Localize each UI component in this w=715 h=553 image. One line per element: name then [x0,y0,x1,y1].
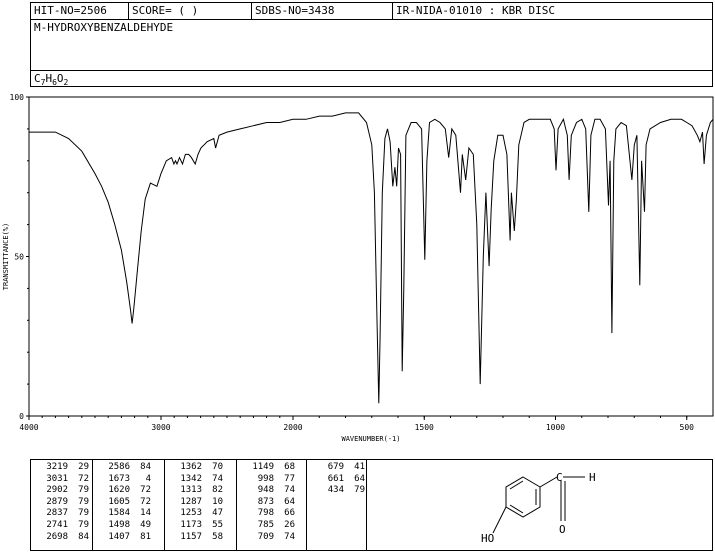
peak-transmittance: 79 [354,485,365,496]
peak-wavenumber: 1407 [108,531,130,542]
x-tick-label: 1000 [546,423,565,432]
peak-wavenumber: 1673 [108,473,130,484]
divider [31,70,712,71]
o-label: O [559,523,566,536]
compound-name: M-HYDROXYBENZALDEHYDE [34,21,174,34]
peak-transmittance: 64 [284,496,295,507]
peak-transmittance: 41 [354,462,365,472]
peak-wavenumber: 1605 [108,496,130,507]
peak-transmittance: 66 [284,508,295,519]
header-box: HIT-NO=2506 SCORE= ( ) SDBS-NO=3438 IR-N… [30,2,713,87]
formula-element: O [56,72,64,85]
peak-transmittance: 82 [212,485,223,496]
peak-wavenumber: 2837 [46,508,68,519]
peak-transmittance: 29 [78,462,89,472]
x-tick-label: 4000 [19,423,38,432]
formula-count: 2 [63,78,69,88]
peak-transmittance: 74 [212,473,223,484]
x-axis-label: WAVENUMBER(-1) [341,435,400,443]
peak-transmittance: 70 [212,462,223,472]
peak-wavenumber: 2586 [108,462,130,472]
peak-wavenumber: 948 [257,485,274,496]
plot-frame [28,96,714,417]
peak-wavenumber: 798 [257,508,274,519]
peak-transmittance: 84 [140,462,151,472]
header-row: HIT-NO=2506 SCORE= ( ) SDBS-NO=3438 IR-N… [31,3,712,20]
oh-label: HO [481,532,494,545]
peak-wavenumber: 3031 [46,473,68,484]
x-tick-label: 1500 [415,423,434,432]
peak-wavenumber: 998 [257,473,274,484]
peak-transmittance: 10 [212,496,223,507]
peak-column: 3219 29 3031 72 2902 79 2879 79 2837 79 2741 79 2698… [31,460,93,550]
score: SCORE= ( ) [132,4,199,17]
peak-wavenumber: 2879 [46,496,68,507]
peak-transmittance: 72 [140,485,151,496]
peak-transmittance: 14 [140,508,151,519]
peak-wavenumber: 1620 [108,485,130,496]
peak-wavenumber: 785 [257,520,274,530]
y-tick-label: 0 [19,412,24,421]
peak-transmittance: 74 [284,531,295,542]
peak-transmittance: 26 [284,520,295,530]
peak-wavenumber: 1287 [180,496,202,507]
peak-wavenumber: 2741 [46,520,68,530]
peak-column: 1149 68 998 77 948 74 873 64 798 66 785 26 709 74 [237,460,307,550]
peak-wavenumber: 709 [257,531,274,542]
peak-transmittance: 58 [212,531,223,542]
structure-drawing: HO H O C [481,471,596,545]
peak-wavenumber: 873 [257,496,274,507]
peak-wavenumber: 1173 [180,520,202,530]
x-tick-label: 2000 [283,423,302,432]
peak-transmittance: 72 [78,473,89,484]
peak-transmittance: 74 [284,485,295,496]
peak-transmittance: 55 [212,520,223,530]
molecule-structure: HO H O C [455,463,705,549]
y-axis-label: TRANSMITTANCE(%) [2,223,10,290]
peak-wavenumber: 1253 [180,508,202,519]
peak-wavenumber: 2902 [46,485,68,496]
peak-wavenumber: 1157 [180,531,202,542]
peak-wavenumber: 1342 [180,473,202,484]
peak-transmittance: 72 [140,496,151,507]
peak-transmittance: 84 [78,531,89,542]
peak-wavenumber: 661 [327,473,344,484]
hit-no: HIT-NO=2506 [34,4,107,17]
ir-no: IR-NIDA-01010 : KBR DISC [396,4,555,17]
peak-wavenumber: 3219 [46,462,68,472]
peak-wavenumber: 1149 [252,462,274,472]
peak-wavenumber: 1362 [180,462,202,472]
sdbs-no: SDBS-NO=3438 [255,4,335,17]
peak-transmittance: 79 [78,520,89,530]
peak-column: 2586 84 1673 4 1620 72 1605 72 1584 14 1498 49 1407 8… [93,460,165,550]
peak-column: 1362 70 1342 74 1313 82 1287 10 1253 47 1173 55 1157… [165,460,237,550]
peak-transmittance: 49 [140,520,151,530]
y-tick-label: 100 [10,93,25,102]
c-label: C [556,471,563,484]
molecular-formula: C7H6O2 [34,72,68,87]
peak-transmittance: 68 [284,462,295,472]
spectrum-line [29,112,714,404]
peak-column: 679 41 661 64 434 79 [307,460,367,550]
peak-transmittance: 79 [78,496,89,507]
h-label: H [589,471,596,484]
x-tick-label: 3000 [151,423,170,432]
formula-element: C [34,72,41,85]
peak-transmittance: 79 [78,508,89,519]
peak-wavenumber: 2698 [46,531,68,542]
peak-wavenumber: 1498 [108,520,130,530]
peak-transmittance: 77 [284,473,295,484]
peak-transmittance: 79 [78,485,89,496]
peak-wavenumber: 679 [327,462,344,472]
peak-transmittance: 81 [140,531,151,542]
peak-wavenumber: 1313 [180,485,202,496]
ir-spectrum-chart: 1005004000 3000 2000 1500 1000 500WAVENUMBER(… [2,93,714,443]
peak-transmittance: 4 [145,473,151,484]
peak-wavenumber: 434 [327,485,344,496]
x-tick-label: 500 [680,423,695,432]
y-tick-label: 50 [14,253,24,262]
peak-wavenumber: 1584 [108,508,130,519]
peak-transmittance: 64 [354,473,365,484]
peak-transmittance: 47 [212,508,223,519]
